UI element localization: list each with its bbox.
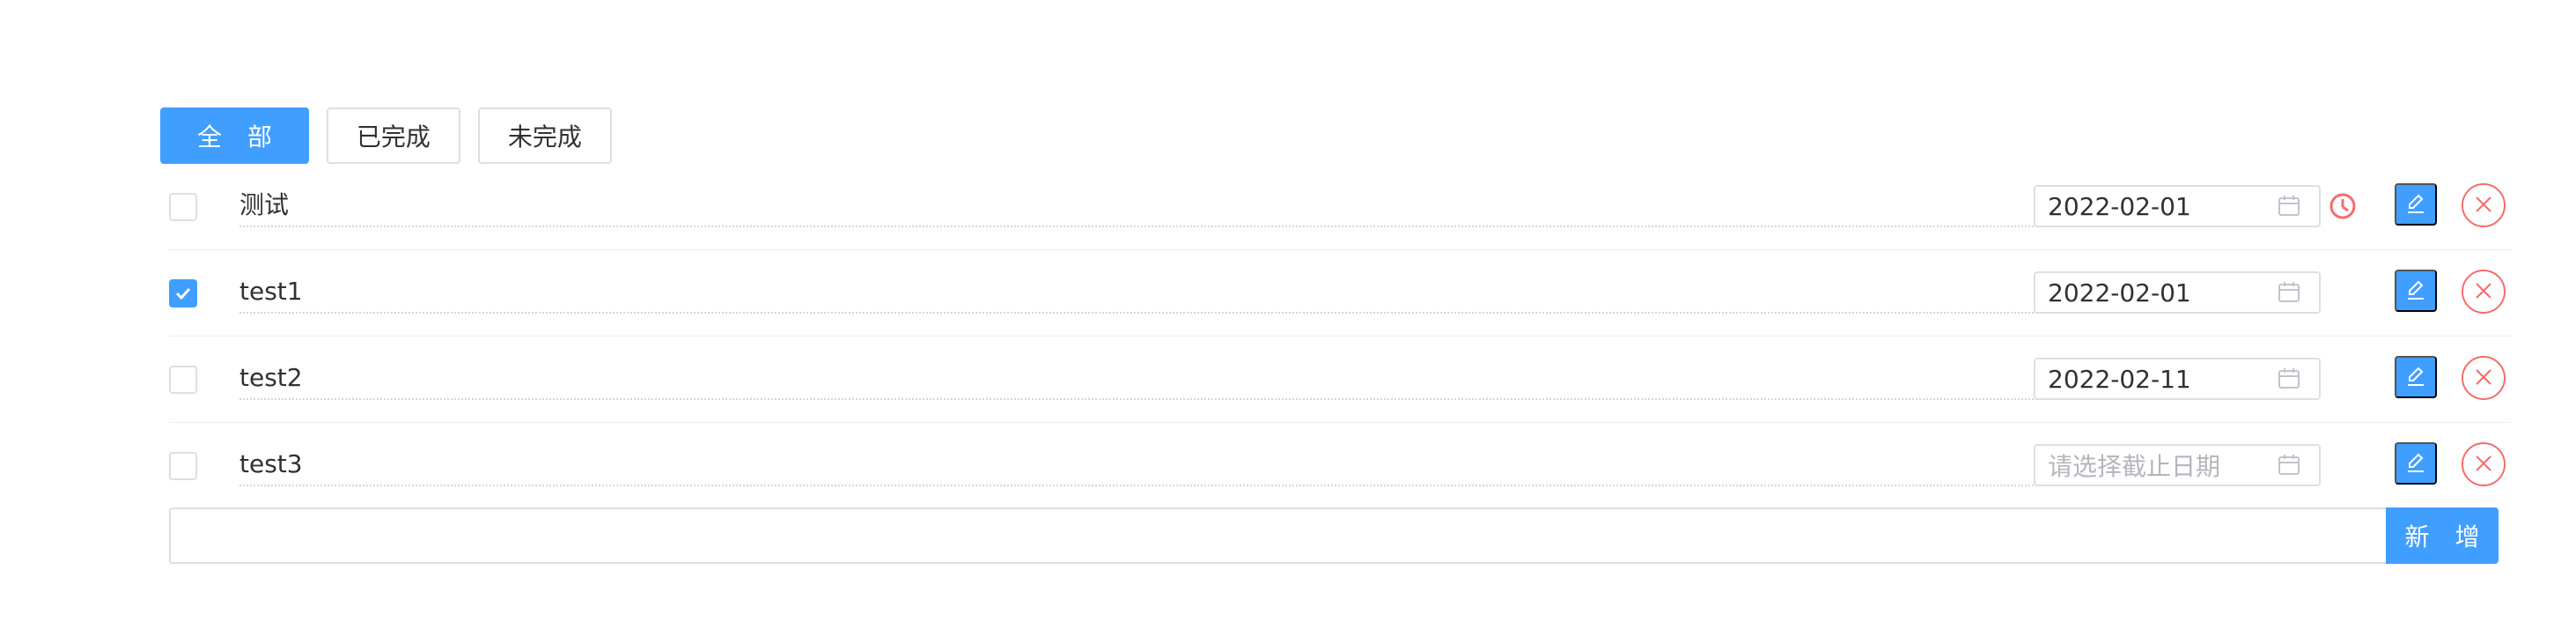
close-icon bbox=[2472, 366, 2495, 391]
edit-icon bbox=[2403, 191, 2428, 218]
close-icon bbox=[2472, 452, 2495, 478]
todo-text[interactable]: test1 bbox=[239, 270, 2182, 314]
due-date-value: 2022-02-01 bbox=[2048, 278, 2191, 307]
edit-button[interactable] bbox=[2395, 270, 2437, 312]
todo-row: 测试 2022-02-01 bbox=[169, 164, 2511, 250]
calendar-icon bbox=[2273, 277, 2305, 308]
todo-checkbox[interactable] bbox=[169, 279, 197, 307]
delete-button[interactable] bbox=[2462, 270, 2506, 314]
close-icon bbox=[2472, 279, 2495, 305]
due-date-picker[interactable]: 请选择截止日期 bbox=[2034, 444, 2321, 486]
add-button[interactable]: 新 增 bbox=[2386, 507, 2499, 564]
todo-row: test1 2022-02-01 bbox=[169, 250, 2511, 337]
due-date-picker[interactable]: 2022-02-11 bbox=[2034, 358, 2321, 400]
todo-app: 全 部 已完成 未完成 测试 2022-02-01 test1 2022-02-… bbox=[0, 0, 2576, 622]
todo-row: test3 请选择截止日期 bbox=[169, 423, 2511, 509]
check-icon bbox=[175, 287, 191, 300]
edit-button[interactable] bbox=[2395, 356, 2437, 398]
due-date-value: 2022-02-01 bbox=[2048, 191, 2191, 221]
filter-done-button[interactable]: 已完成 bbox=[326, 107, 460, 164]
edit-icon bbox=[2403, 278, 2428, 305]
edit-icon bbox=[2403, 364, 2428, 391]
todo-row: test2 2022-02-11 bbox=[169, 337, 2511, 423]
calendar-icon bbox=[2273, 190, 2305, 222]
filter-all-button[interactable]: 全 部 bbox=[160, 107, 309, 164]
todo-text[interactable]: test2 bbox=[239, 356, 2182, 400]
delete-button[interactable] bbox=[2462, 442, 2506, 486]
calendar-icon bbox=[2273, 449, 2305, 481]
due-date-picker[interactable]: 2022-02-01 bbox=[2034, 271, 2321, 314]
todo-checkbox[interactable] bbox=[169, 452, 197, 480]
todo-text[interactable]: 测试 bbox=[239, 183, 2182, 227]
filter-undone-button[interactable]: 未完成 bbox=[477, 107, 612, 164]
add-todo-row: 新 增 bbox=[169, 507, 2499, 564]
due-date-value: 2022-02-11 bbox=[2048, 364, 2191, 394]
edit-icon bbox=[2403, 450, 2428, 478]
todo-text[interactable]: test3 bbox=[239, 442, 2182, 486]
todo-checkbox[interactable] bbox=[169, 193, 197, 221]
edit-button[interactable] bbox=[2395, 183, 2437, 226]
filter-group: 全 部 已完成 未完成 bbox=[160, 107, 612, 164]
calendar-icon bbox=[2273, 363, 2305, 395]
todo-checkbox[interactable] bbox=[169, 366, 197, 394]
close-icon bbox=[2472, 193, 2495, 218]
due-date-picker[interactable]: 2022-02-01 bbox=[2034, 185, 2321, 227]
overdue-clock-icon bbox=[2328, 191, 2358, 221]
delete-button[interactable] bbox=[2462, 356, 2506, 400]
edit-button[interactable] bbox=[2395, 442, 2437, 485]
due-date-placeholder: 请选择截止日期 bbox=[2048, 452, 2221, 481]
delete-button[interactable] bbox=[2462, 183, 2506, 227]
todo-list: 测试 2022-02-01 test1 2022-02-01 test2 202… bbox=[169, 164, 2511, 509]
new-todo-input[interactable] bbox=[169, 507, 2386, 564]
